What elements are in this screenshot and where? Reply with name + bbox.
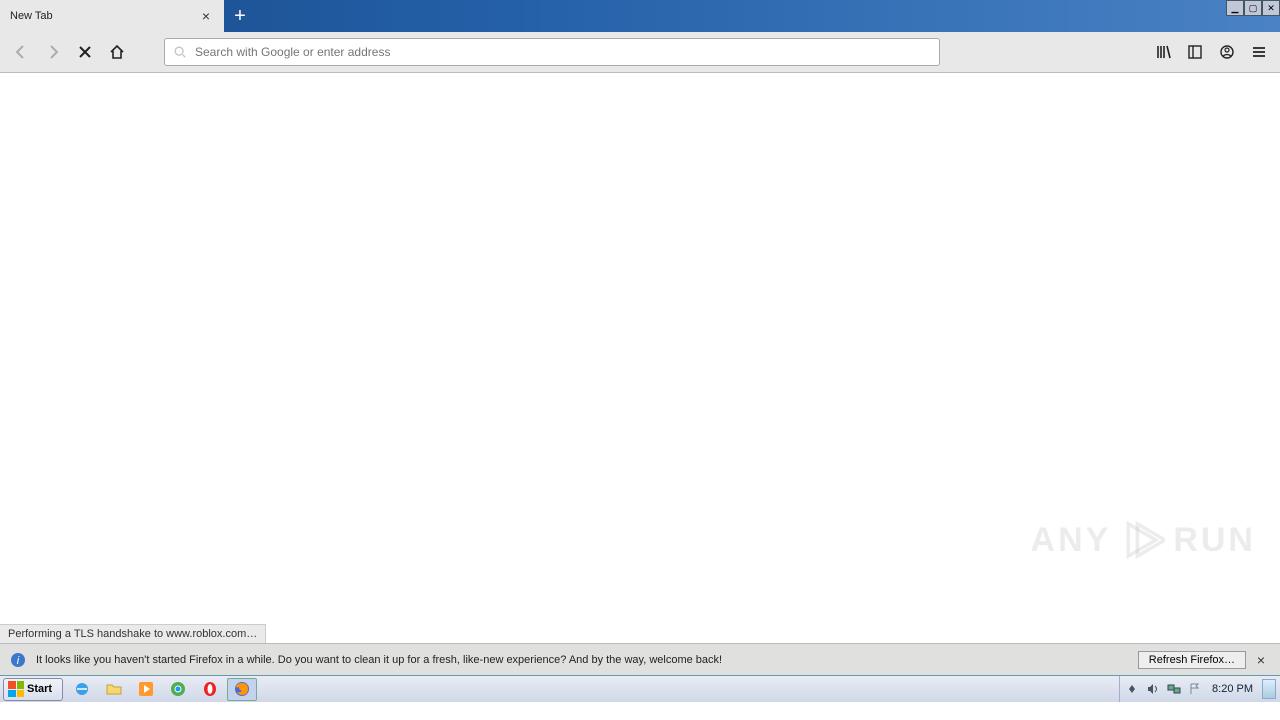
start-button[interactable]: Start bbox=[3, 678, 63, 701]
library-button[interactable] bbox=[1148, 37, 1178, 67]
refresh-firefox-button[interactable]: Refresh Firefox… bbox=[1138, 651, 1246, 669]
taskbar: Start 8:20 PM bbox=[0, 675, 1280, 702]
notification-message: It looks like you haven't started Firefo… bbox=[36, 654, 1138, 666]
windows-logo-icon bbox=[8, 681, 24, 697]
page-content: Performing a TLS handshake to www.roblox… bbox=[0, 73, 1280, 643]
home-button[interactable] bbox=[102, 37, 132, 67]
flag-icon[interactable] bbox=[1187, 681, 1203, 697]
volume-icon[interactable] bbox=[1145, 681, 1161, 697]
info-icon: i bbox=[10, 652, 26, 668]
forward-button[interactable] bbox=[38, 37, 68, 67]
nav-toolbar bbox=[0, 32, 1280, 73]
arrow-left-icon bbox=[13, 44, 29, 60]
new-tab-button[interactable]: + bbox=[224, 0, 256, 32]
sidebar-button[interactable] bbox=[1180, 37, 1210, 67]
taskbar-explorer[interactable] bbox=[99, 678, 129, 701]
arrow-right-icon bbox=[45, 44, 61, 60]
stop-button[interactable] bbox=[70, 37, 100, 67]
tab-close-icon[interactable]: × bbox=[198, 8, 214, 24]
address-bar[interactable] bbox=[164, 38, 940, 66]
tray-expand-icon[interactable] bbox=[1124, 681, 1140, 697]
sidebar-icon bbox=[1187, 44, 1203, 60]
taskbar-opera[interactable] bbox=[195, 678, 225, 701]
back-button[interactable] bbox=[6, 37, 36, 67]
notification-bar: i It looks like you haven't started Fire… bbox=[0, 643, 1280, 675]
media-icon bbox=[138, 681, 154, 697]
search-icon bbox=[173, 45, 187, 59]
notification-close-icon[interactable]: × bbox=[1252, 651, 1270, 669]
window-controls: ▁ ▢ ✕ bbox=[1226, 0, 1280, 16]
maximize-button[interactable]: ▢ bbox=[1244, 0, 1262, 16]
ie-icon bbox=[74, 681, 90, 697]
chrome-icon bbox=[170, 681, 186, 697]
network-icon[interactable] bbox=[1166, 681, 1182, 697]
taskbar-chrome[interactable] bbox=[163, 678, 193, 701]
home-icon bbox=[109, 44, 125, 60]
show-desktop-button[interactable] bbox=[1262, 679, 1276, 699]
library-icon bbox=[1155, 44, 1171, 60]
hamburger-icon bbox=[1251, 44, 1267, 60]
opera-icon bbox=[202, 681, 218, 697]
taskbar-firefox[interactable] bbox=[227, 678, 257, 701]
minimize-button[interactable]: ▁ bbox=[1226, 0, 1244, 16]
account-icon bbox=[1219, 44, 1235, 60]
watermark: ANY RUN bbox=[1031, 517, 1256, 563]
start-label: Start bbox=[27, 683, 52, 695]
tab-title: New Tab bbox=[10, 10, 53, 22]
taskbar-media[interactable] bbox=[131, 678, 161, 701]
browser-tab[interactable]: New Tab × bbox=[0, 0, 224, 32]
firefox-icon bbox=[234, 681, 250, 697]
system-tray: 8:20 PM bbox=[1119, 676, 1280, 702]
folder-icon bbox=[106, 681, 122, 697]
clock[interactable]: 8:20 PM bbox=[1208, 683, 1257, 695]
menu-button[interactable] bbox=[1244, 37, 1274, 67]
window-close-button[interactable]: ✕ bbox=[1262, 0, 1280, 16]
account-button[interactable] bbox=[1212, 37, 1242, 67]
titlebar: New Tab × + ▁ ▢ ✕ bbox=[0, 0, 1280, 32]
status-bar: Performing a TLS handshake to www.roblox… bbox=[0, 624, 266, 643]
address-input[interactable] bbox=[195, 45, 931, 59]
taskbar-ie[interactable] bbox=[67, 678, 97, 701]
close-icon bbox=[77, 44, 93, 60]
